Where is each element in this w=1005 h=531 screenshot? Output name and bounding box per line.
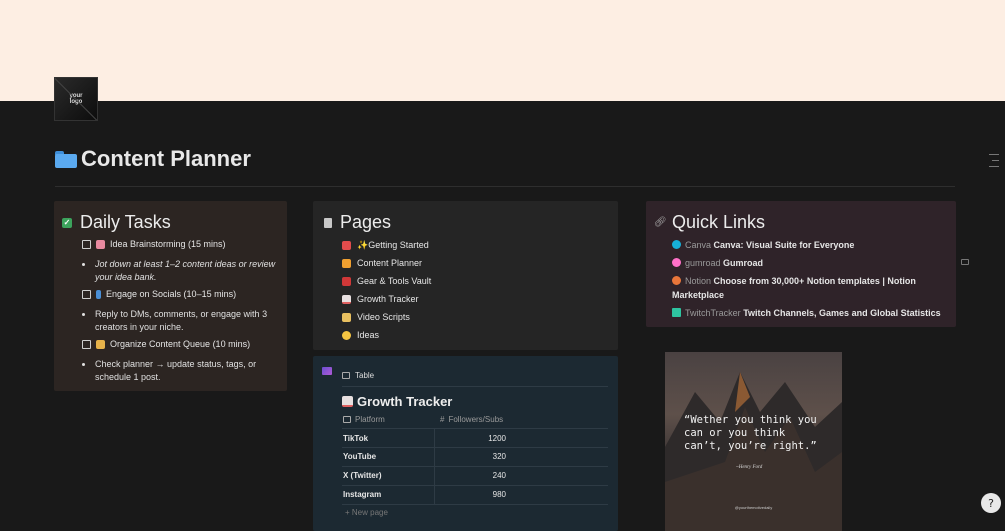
divider — [342, 386, 608, 387]
link-icon: 🔗︎ — [654, 216, 667, 228]
pages-callout: Pages ✨Getting Started Content Planner G… — [313, 201, 618, 350]
divider — [342, 428, 608, 429]
notion-icon — [672, 276, 681, 285]
quick-links-header: 🔗︎ Quick Links — [654, 212, 765, 233]
page-title[interactable]: Content Planner — [81, 146, 251, 172]
view-tab-table[interactable]: Table — [342, 371, 374, 380]
todo-item[interactable]: Organize Content Queue (10 mins) — [82, 339, 250, 349]
column-header-followers[interactable]: # Followers/Subs — [440, 415, 503, 424]
canva-icon — [672, 240, 681, 249]
todo-item[interactable]: Idea Brainstorming (15 mins) — [82, 239, 226, 249]
quote-text: “Wether you think you can or you think c… — [684, 414, 817, 452]
quote-author: ~Henry Ford — [736, 465, 763, 470]
comment-icon[interactable] — [961, 259, 969, 265]
column-header-platform[interactable]: Platform — [343, 415, 385, 424]
page-link-ideas[interactable]: Ideas — [342, 330, 379, 340]
page-icon — [324, 217, 332, 228]
folder-icon[interactable] — [55, 150, 77, 168]
page-logo-icon[interactable]: your logo — [54, 77, 98, 121]
bookmark-link-notion[interactable]: Notion Choose from 30,000+ Notion templa… — [672, 274, 942, 302]
daily-tasks-header: ✓ Daily Tasks — [62, 212, 171, 233]
chart-icon — [342, 294, 351, 304]
toolbox-icon — [342, 276, 351, 286]
database-title[interactable]: Growth Tracker — [342, 394, 452, 409]
growth-tracker-callout: Table Growth Tracker Platform # Followers… — [313, 356, 618, 531]
divider — [342, 466, 608, 467]
pages-header: Pages — [324, 212, 391, 233]
new-page-button[interactable]: + New page — [345, 508, 388, 517]
page-link-getting-started[interactable]: ✨Getting Started — [342, 240, 429, 251]
help-button[interactable]: ? — [981, 493, 1001, 513]
table-of-contents-icon[interactable] — [989, 154, 999, 172]
divider — [342, 504, 608, 505]
list-item: Check planner → update status, tags, or … — [82, 358, 277, 384]
text-icon — [343, 416, 351, 423]
list-item: Reply to DMs, comments, or engage with 3… — [82, 308, 277, 334]
table-cell-followers[interactable]: 320 — [493, 452, 506, 461]
divider — [342, 485, 608, 486]
quick-links-callout: 🔗︎ Quick Links Canva Canva: Visual Suite… — [646, 201, 956, 327]
page-link-growth-tracker[interactable]: Growth Tracker — [342, 294, 419, 304]
scroll-icon — [342, 312, 351, 322]
quote-handle: @yourthemotivedaily — [734, 505, 773, 510]
page-link-content-planner[interactable]: Content Planner — [342, 258, 422, 268]
quick-links-title: Quick Links — [672, 212, 766, 232]
notebook-icon — [342, 258, 351, 268]
quote-image[interactable]: “Wether you think you can or you think c… — [665, 352, 842, 531]
page-cover — [0, 0, 1005, 101]
divider — [342, 447, 608, 448]
table-cell-platform[interactable]: Instagram — [343, 490, 381, 499]
todo-checkbox[interactable] — [82, 239, 91, 249]
list-item: Jot down at least 1–2 content ideas or r… — [82, 258, 277, 284]
number-icon: # — [440, 415, 445, 424]
table-cell-followers[interactable]: 240 — [493, 471, 506, 480]
table-cell-followers[interactable]: 980 — [493, 490, 506, 499]
lightbulb-icon — [342, 330, 351, 340]
table-cell-platform[interactable]: YouTube — [343, 452, 376, 461]
todo-label: Idea Brainstorming (15 mins) — [110, 239, 226, 249]
table-cell-platform[interactable]: X (Twitter) — [343, 471, 382, 480]
folder-icon — [96, 339, 105, 349]
brain-icon — [96, 239, 105, 249]
bookmark-link-gumroad[interactable]: gumroad Gumroad — [672, 256, 942, 270]
bookmark-link-twitchtracker[interactable]: TwitchTracker Twitch Channels, Games and… — [672, 306, 942, 320]
phone-icon — [96, 289, 101, 299]
todo-checkbox[interactable] — [82, 289, 91, 299]
table-cell-platform[interactable]: TikTok — [343, 434, 368, 443]
todo-label: Engage on Socials (10–15 mins) — [106, 289, 237, 299]
page-link-video-scripts[interactable]: Video Scripts — [342, 312, 410, 322]
table-icon — [342, 372, 350, 379]
todo-label: Organize Content Queue (10 mins) — [110, 339, 251, 349]
table-cell-followers[interactable]: 1200 — [488, 434, 506, 443]
daily-tasks-callout: ✓ Daily Tasks Idea Brainstorming (15 min… — [54, 201, 287, 391]
todo-item[interactable]: Engage on Socials (10–15 mins) — [82, 289, 236, 299]
bookmark-link-canva[interactable]: Canva Canva: Visual Suite for Everyone — [672, 238, 942, 252]
checkbox-icon: ✓ — [62, 217, 72, 228]
chart-icon — [342, 396, 353, 407]
page-link-gear-tools[interactable]: Gear & Tools Vault — [342, 276, 431, 286]
pages-title: Pages — [340, 212, 392, 232]
page-title-row: Content Planner — [55, 146, 251, 172]
twitchtracker-icon — [672, 308, 681, 317]
title-divider — [55, 186, 955, 187]
chart-icon — [322, 367, 332, 375]
daily-tasks-title: Daily Tasks — [80, 212, 171, 232]
rocket-icon — [342, 241, 351, 250]
gumroad-icon — [672, 258, 681, 267]
todo-checkbox[interactable] — [82, 339, 91, 349]
